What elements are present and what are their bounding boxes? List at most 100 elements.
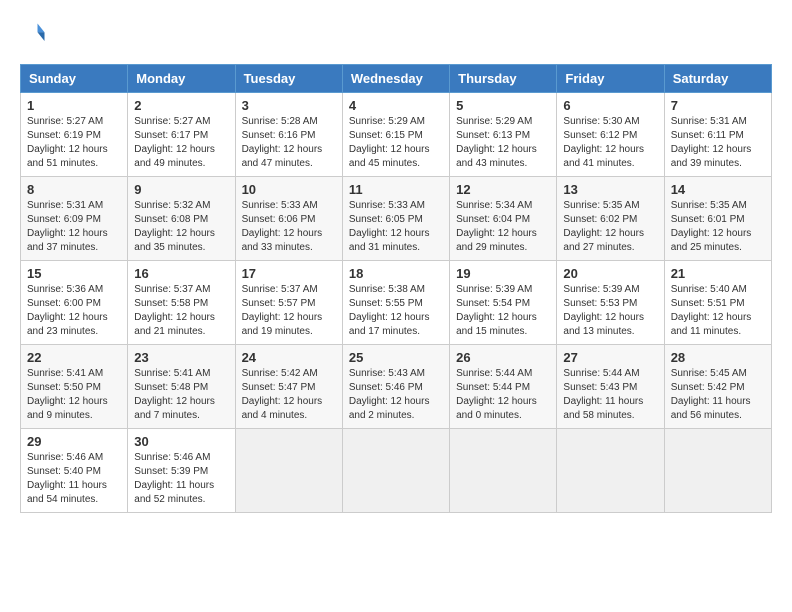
calendar-week-row: 1 Sunrise: 5:27 AMSunset: 6:19 PMDaylight… [21,93,772,177]
col-header-monday: Monday [128,65,235,93]
calendar-cell [342,429,449,513]
day-number: 28 [671,350,765,365]
day-number: 22 [27,350,121,365]
day-info: Sunrise: 5:32 AMSunset: 6:08 PMDaylight:… [134,199,228,255]
day-number: 13 [563,182,657,197]
day-info: Sunrise: 5:34 AMSunset: 6:04 PMDaylight:… [456,199,550,255]
logo-icon [20,20,48,48]
calendar-cell: 23 Sunrise: 5:41 AMSunset: 5:48 PMDayligh… [128,345,235,429]
col-header-tuesday: Tuesday [235,65,342,93]
day-number: 15 [27,266,121,281]
day-info: Sunrise: 5:35 AMSunset: 6:02 PMDaylight:… [563,199,657,255]
col-header-friday: Friday [557,65,664,93]
calendar-cell: 10Sunrise: 5:33 AMSunset: 6:06 PMDayligh… [235,177,342,261]
calendar-week-row: 15 Sunrise: 5:36 AMSunset: 6:00 PMDayligh… [21,261,772,345]
calendar-header-row: SundayMondayTuesdayWednesdayThursdayFrid… [21,65,772,93]
day-number: 16 [134,266,228,281]
day-info: Sunrise: 5:33 AMSunset: 6:05 PMDaylight:… [349,199,443,255]
calendar-cell: 20 Sunrise: 5:39 AMSunset: 5:53 PMDayligh… [557,261,664,345]
day-info: Sunrise: 5:45 AMSunset: 5:42 PMDaylight:… [671,367,765,423]
calendar-cell: 11 Sunrise: 5:33 AMSunset: 6:05 PMDayligh… [342,177,449,261]
col-header-sunday: Sunday [21,65,128,93]
calendar-cell: 19Sunrise: 5:39 AMSunset: 5:54 PMDayligh… [450,261,557,345]
calendar-cell: 3 Sunrise: 5:28 AMSunset: 6:16 PMDaylight… [235,93,342,177]
day-info: Sunrise: 5:33 AMSunset: 6:06 PMDaylight:… [242,199,336,255]
day-number: 25 [349,350,443,365]
calendar-cell [235,429,342,513]
calendar-cell: 28 Sunrise: 5:45 AMSunset: 5:42 PMDayligh… [664,345,771,429]
day-info: Sunrise: 5:30 AMSunset: 6:12 PMDaylight:… [563,115,657,171]
day-number: 18 [349,266,443,281]
day-number: 4 [349,98,443,113]
day-number: 26 [456,350,550,365]
calendar-cell: 25 Sunrise: 5:43 AMSunset: 5:46 PMDayligh… [342,345,449,429]
calendar-cell: 14 Sunrise: 5:35 AMSunset: 6:01 PMDayligh… [664,177,771,261]
day-number: 8 [27,182,121,197]
calendar-cell: 21 Sunrise: 5:40 AMSunset: 5:51 PMDayligh… [664,261,771,345]
calendar-cell: 13 Sunrise: 5:35 AMSunset: 6:02 PMDayligh… [557,177,664,261]
calendar-cell: 4 Sunrise: 5:29 AMSunset: 6:15 PMDaylight… [342,93,449,177]
day-info: Sunrise: 5:39 AMSunset: 5:53 PMDaylight:… [563,283,657,339]
day-info: Sunrise: 5:28 AMSunset: 6:16 PMDaylight:… [242,115,336,171]
calendar-week-row: 22 Sunrise: 5:41 AMSunset: 5:50 PMDayligh… [21,345,772,429]
calendar-cell: 30 Sunrise: 5:46 AMSunset: 5:39 PMDayligh… [128,429,235,513]
day-info: Sunrise: 5:38 AMSunset: 5:55 PMDaylight:… [349,283,443,339]
day-number: 14 [671,182,765,197]
day-number: 3 [242,98,336,113]
calendar-week-row: 29 Sunrise: 5:46 AMSunset: 5:40 PMDayligh… [21,429,772,513]
calendar-cell: 27 Sunrise: 5:44 AMSunset: 5:43 PMDayligh… [557,345,664,429]
day-info: Sunrise: 5:37 AMSunset: 5:57 PMDaylight:… [242,283,336,339]
day-info: Sunrise: 5:44 AMSunset: 5:43 PMDaylight:… [563,367,657,423]
calendar-cell [664,429,771,513]
calendar-cell: 15 Sunrise: 5:36 AMSunset: 6:00 PMDayligh… [21,261,128,345]
calendar-cell: 6 Sunrise: 5:30 AMSunset: 6:12 PMDaylight… [557,93,664,177]
day-number: 29 [27,434,121,449]
calendar-cell: 26 Sunrise: 5:44 AMSunset: 5:44 PMDayligh… [450,345,557,429]
calendar-cell: 22 Sunrise: 5:41 AMSunset: 5:50 PMDayligh… [21,345,128,429]
day-number: 11 [349,182,443,197]
day-number: 2 [134,98,228,113]
calendar-cell: 7 Sunrise: 5:31 AMSunset: 6:11 PMDaylight… [664,93,771,177]
day-number: 17 [242,266,336,281]
calendar-cell: 5 Sunrise: 5:29 AMSunset: 6:13 PMDaylight… [450,93,557,177]
day-info: Sunrise: 5:35 AMSunset: 6:01 PMDaylight:… [671,199,765,255]
day-info: Sunrise: 5:36 AMSunset: 6:00 PMDaylight:… [27,283,121,339]
calendar-cell: 24Sunrise: 5:42 AMSunset: 5:47 PMDayligh… [235,345,342,429]
day-info: Sunrise: 5:41 AMSunset: 5:48 PMDaylight:… [134,367,228,423]
day-number: 21 [671,266,765,281]
calendar-week-row: 8Sunrise: 5:31 AMSunset: 6:09 PMDaylight… [21,177,772,261]
calendar-cell: 2 Sunrise: 5:27 AMSunset: 6:17 PMDaylight… [128,93,235,177]
calendar-cell: 18 Sunrise: 5:38 AMSunset: 5:55 PMDayligh… [342,261,449,345]
day-number: 24 [242,350,336,365]
calendar-table: SundayMondayTuesdayWednesdayThursdayFrid… [20,64,772,513]
day-info: Sunrise: 5:29 AMSunset: 6:13 PMDaylight:… [456,115,550,171]
day-number: 20 [563,266,657,281]
calendar-cell [557,429,664,513]
calendar-cell: 12Sunrise: 5:34 AMSunset: 6:04 PMDayligh… [450,177,557,261]
day-info: Sunrise: 5:41 AMSunset: 5:50 PMDaylight:… [27,367,121,423]
day-number: 5 [456,98,550,113]
calendar-cell: 9Sunrise: 5:32 AMSunset: 6:08 PMDaylight… [128,177,235,261]
day-info: Sunrise: 5:40 AMSunset: 5:51 PMDaylight:… [671,283,765,339]
day-info: Sunrise: 5:27 AMSunset: 6:17 PMDaylight:… [134,115,228,171]
day-info: Sunrise: 5:44 AMSunset: 5:44 PMDaylight:… [456,367,550,423]
day-number: 23 [134,350,228,365]
calendar-cell: 29 Sunrise: 5:46 AMSunset: 5:40 PMDayligh… [21,429,128,513]
day-number: 27 [563,350,657,365]
day-info: Sunrise: 5:29 AMSunset: 6:15 PMDaylight:… [349,115,443,171]
day-number: 6 [563,98,657,113]
day-info: Sunrise: 5:46 AMSunset: 5:40 PMDaylight:… [27,451,121,507]
col-header-saturday: Saturday [664,65,771,93]
day-info: Sunrise: 5:31 AMSunset: 6:11 PMDaylight:… [671,115,765,171]
col-header-thursday: Thursday [450,65,557,93]
day-info: Sunrise: 5:46 AMSunset: 5:39 PMDaylight:… [134,451,228,507]
calendar-cell: 17 Sunrise: 5:37 AMSunset: 5:57 PMDayligh… [235,261,342,345]
day-number: 1 [27,98,121,113]
day-number: 30 [134,434,228,449]
calendar-cell [450,429,557,513]
calendar-cell: 16Sunrise: 5:37 AMSunset: 5:58 PMDayligh… [128,261,235,345]
day-info: Sunrise: 5:27 AMSunset: 6:19 PMDaylight:… [27,115,121,171]
day-info: Sunrise: 5:39 AMSunset: 5:54 PMDaylight:… [456,283,550,339]
day-info: Sunrise: 5:43 AMSunset: 5:46 PMDaylight:… [349,367,443,423]
day-number: 7 [671,98,765,113]
